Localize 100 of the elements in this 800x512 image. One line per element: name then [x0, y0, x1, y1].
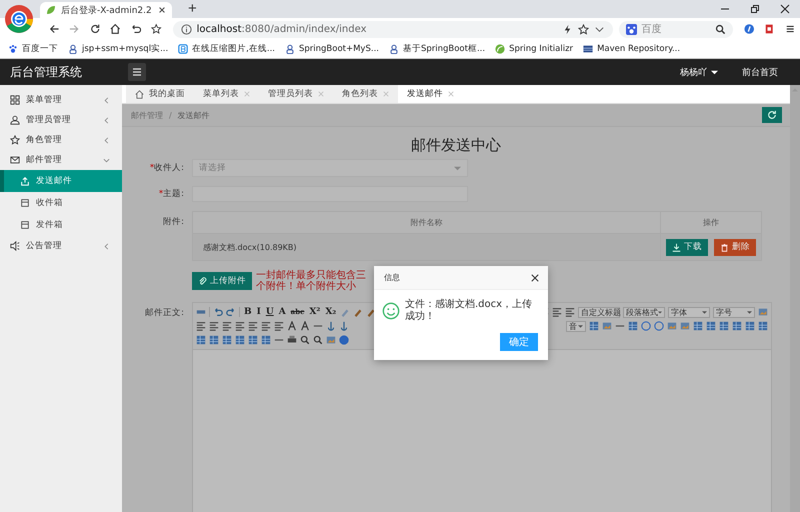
text-size-icon[interactable]: [287, 321, 297, 331]
table-icon[interactable]: [209, 335, 219, 345]
table-icon[interactable]: [745, 321, 755, 331]
table-icon[interactable]: [222, 335, 232, 345]
dialog-message: 文件：感谢文档.docx，上传成功！: [405, 299, 534, 323]
sidebar-subitem[interactable]: 发件箱: [0, 214, 122, 236]
close-icon[interactable]: [531, 274, 539, 282]
sidebar-item[interactable]: 邮件管理: [0, 150, 122, 170]
caret-icon: [702, 310, 707, 314]
extension-icon[interactable]: [744, 23, 754, 35]
person-icon: [68, 44, 78, 54]
new-tab-button[interactable]: +: [178, 0, 207, 18]
menu-icon[interactable]: [784, 23, 795, 35]
download-button[interactable]: 下载: [666, 238, 708, 256]
tab[interactable]: 管理员列表: [259, 85, 333, 103]
sidebar-subitem[interactable]: 发送邮件: [0, 170, 122, 192]
bookmark[interactable]: jsp+ssm+mysql实...: [68, 43, 168, 55]
trash-icon: [720, 242, 729, 252]
format-button[interactable]: B: [243, 307, 253, 317]
table-icon[interactable]: [693, 321, 703, 331]
sidebar-item[interactable]: 菜单管理: [0, 90, 122, 110]
bookmark[interactable]: 在线压缩图片,在线...: [178, 43, 275, 55]
home-icon[interactable]: [110, 23, 121, 35]
restore-icon[interactable]: [750, 4, 760, 14]
leaf-icon: [495, 44, 506, 54]
field-label: 附件:: [163, 217, 184, 227]
search-icon[interactable]: [714, 24, 726, 34]
text-size-icon[interactable]: [300, 321, 310, 331]
table-icon[interactable]: [719, 321, 729, 331]
redo-icon[interactable]: [226, 307, 236, 317]
table-icon[interactable]: [248, 335, 258, 345]
home-link[interactable]: 前台首页: [742, 66, 778, 78]
forward-icon[interactable]: [69, 23, 80, 35]
toolbar-select[interactable]: 段落格式: [623, 306, 665, 318]
table-icon[interactable]: [196, 335, 206, 345]
star-icon[interactable]: [151, 23, 162, 35]
table-cell-text: 感谢文档.docx(10.89KB): [202, 242, 298, 252]
brush-icon[interactable]: [353, 307, 364, 317]
bookmark[interactable]: Maven Repository...: [583, 44, 680, 54]
chevron-left-icon: [103, 96, 110, 104]
bookmark[interactable]: Spring Initializr: [495, 44, 574, 54]
list-icon[interactable]: [565, 307, 575, 317]
star-icon[interactable]: [578, 24, 589, 34]
align-icon[interactable]: [248, 321, 258, 331]
align-icon[interactable]: [235, 321, 245, 331]
toolbar-select[interactable]: 字体: [668, 306, 710, 318]
caret-icon: [578, 324, 583, 328]
upload-button[interactable]: 上传附件: [192, 272, 252, 290]
image-icon[interactable]: [602, 321, 612, 331]
format-button[interactable]: X²: [308, 307, 322, 317]
image-icon[interactable]: [680, 321, 690, 331]
bookmark[interactable]: 基于SpringBoot框...: [388, 43, 486, 55]
sidebar-subitem[interactable]: 收件箱: [0, 192, 122, 214]
scrollbar[interactable]: [790, 85, 800, 512]
user-menu[interactable]: 杨杨吖: [680, 66, 718, 78]
reload-icon[interactable]: [90, 23, 100, 35]
speaker-icon: [10, 241, 20, 251]
back-icon[interactable]: [49, 23, 60, 35]
print-icon[interactable]: [287, 335, 297, 345]
browser-tab[interactable]: 后台登录-X-admin2.2: [40, 2, 172, 18]
toolbar-select[interactable]: 音: [566, 320, 586, 332]
star-icon: [10, 135, 20, 145]
sidebar-item[interactable]: 公告管理: [0, 236, 122, 256]
sidebar-item[interactable]: 角色管理: [0, 130, 122, 150]
format-button[interactable]: X₂: [324, 307, 338, 317]
anchor-icon[interactable]: [339, 321, 349, 331]
toolbar-select[interactable]: 自定义标题: [578, 306, 620, 318]
close-icon[interactable]: [158, 6, 166, 14]
bookmark[interactable]: SpringBoot+MyS...: [284, 44, 379, 54]
chevron-left-icon: [103, 242, 110, 250]
column-header: 附件名称: [410, 217, 444, 228]
format-button[interactable]: I: [256, 307, 262, 317]
format-button[interactable]: A: [278, 307, 287, 317]
table-icon[interactable]: [706, 321, 716, 331]
table-icon[interactable]: [732, 321, 742, 331]
address-bar[interactable]: localhost:8080/admin/index/index: [172, 20, 613, 38]
pdf-icon[interactable]: [764, 23, 774, 35]
align-icon[interactable]: [552, 307, 562, 317]
tab[interactable]: 我的桌面: [126, 85, 194, 103]
bookmark[interactable]: 百度一下: [8, 43, 58, 55]
format-button[interactable]: U: [264, 307, 275, 317]
square-icon: [178, 44, 188, 54]
toolbar-select[interactable]: 字号: [713, 306, 755, 318]
sidebar-item[interactable]: 管理员管理: [0, 110, 122, 130]
menu-button[interactable]: [128, 63, 146, 81]
caret-icon: [747, 310, 752, 314]
table-icon[interactable]: [758, 321, 768, 331]
upload-icon: [20, 176, 30, 186]
leaf-icon: [46, 5, 56, 15]
refresh-button[interactable]: [762, 107, 782, 123]
align-icon[interactable]: [261, 321, 271, 331]
close-icon[interactable]: [780, 4, 790, 14]
delete-button[interactable]: 删除: [714, 238, 756, 256]
table-icon[interactable]: [235, 335, 245, 345]
search-icon[interactable]: [300, 335, 310, 345]
tab[interactable]: 菜单列表: [194, 85, 259, 103]
undo-icon[interactable]: [130, 23, 142, 35]
align-icon[interactable]: [274, 321, 284, 331]
table-icon[interactable]: [261, 335, 271, 345]
tab[interactable]: 角色列表: [333, 85, 398, 103]
